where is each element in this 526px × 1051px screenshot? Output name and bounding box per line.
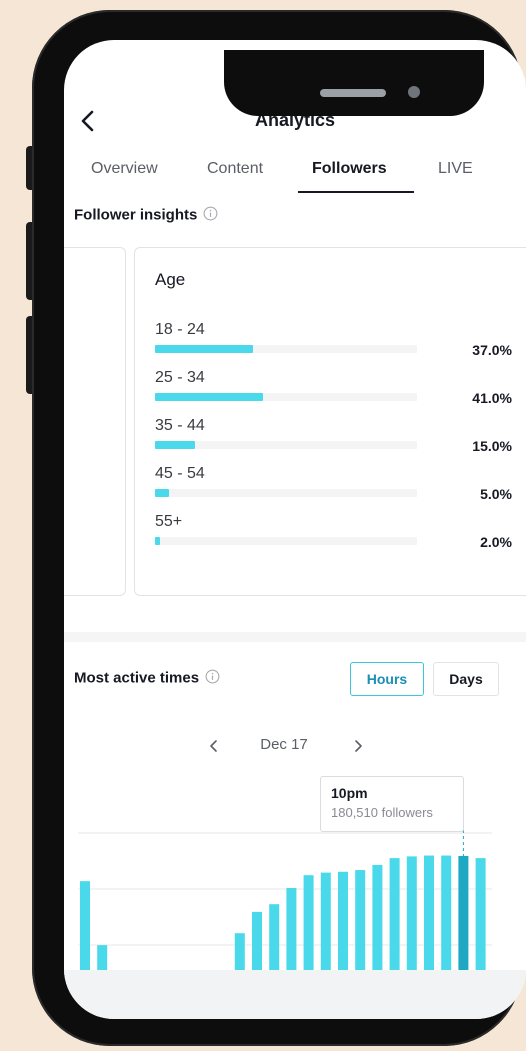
chevron-right-icon [355,740,362,752]
age-bar-track [155,345,417,353]
age-row: 18 - 24 37.0% [155,321,512,361]
age-range-label: 45 - 54 [155,465,205,482]
previous-date-button[interactable] [204,734,224,758]
follower-insights-title: Follower insights [74,206,198,224]
age-row: 25 - 34 41.0% [155,369,512,409]
bottom-bar [64,970,526,1019]
age-bar-fill [155,393,263,401]
chart-tooltip: 10pm 180,510 followers [320,776,464,832]
hours-toggle-button[interactable]: Hours [350,662,424,696]
tooltip-time: 10pm [331,785,368,801]
tab-overview[interactable]: Overview [91,160,158,178]
age-bar-fill [155,489,169,497]
info-icon[interactable] [203,206,218,225]
date-navigator: Dec 17 [64,734,526,760]
camera [408,86,420,98]
age-bar-track [155,489,417,497]
age-bar-fill [155,537,160,545]
age-percent: 37.0% [472,342,512,358]
tab-followers[interactable]: Followers [312,160,387,178]
age-percent: 5.0% [480,486,512,502]
age-range-label: 25 - 34 [155,369,205,386]
age-bar-track [155,393,417,401]
age-row: 35 - 44 15.0% [155,417,512,457]
age-bar-track [155,441,417,449]
age-bar-track [155,537,417,545]
age-range-label: 35 - 44 [155,417,205,434]
age-percent: 2.0% [480,534,512,550]
chevron-left-icon [210,740,217,752]
age-percent: 41.0% [472,390,512,406]
speaker [320,89,386,97]
follower-insights-heading: Follower insights [74,206,218,225]
section-divider [64,632,526,642]
app-screen: Analytics Overview Content Followers LIV… [64,40,526,1019]
age-row: 55+ 2.0% [155,513,512,553]
age-percent: 15.0% [472,438,512,454]
age-range-label: 18 - 24 [155,321,205,338]
tooltip-followers: 180,510 followers [331,805,433,820]
notch [224,50,484,116]
tab-live[interactable]: LIVE [438,160,473,178]
most-active-title: Most active times [74,669,200,687]
age-bar-fill [155,441,195,449]
gender-card [64,247,126,596]
age-card: Age 18 - 24 37.0% 25 - 34 41.0% 35 - 44 … [134,247,526,596]
info-icon[interactable] [205,669,220,688]
active-tab-indicator [298,191,414,193]
tab-bar: Overview Content Followers LIVE [64,160,526,190]
days-toggle-button[interactable]: Days [433,662,499,696]
tab-content[interactable]: Content [207,160,263,178]
age-row: 45 - 54 5.0% [155,465,512,505]
next-date-button[interactable] [348,734,368,758]
age-bar-fill [155,345,253,353]
age-range-label: 55+ [155,513,183,530]
date-label: Dec 17 [260,736,308,753]
age-title: Age [155,270,186,289]
most-active-heading: Most active times [74,669,220,688]
